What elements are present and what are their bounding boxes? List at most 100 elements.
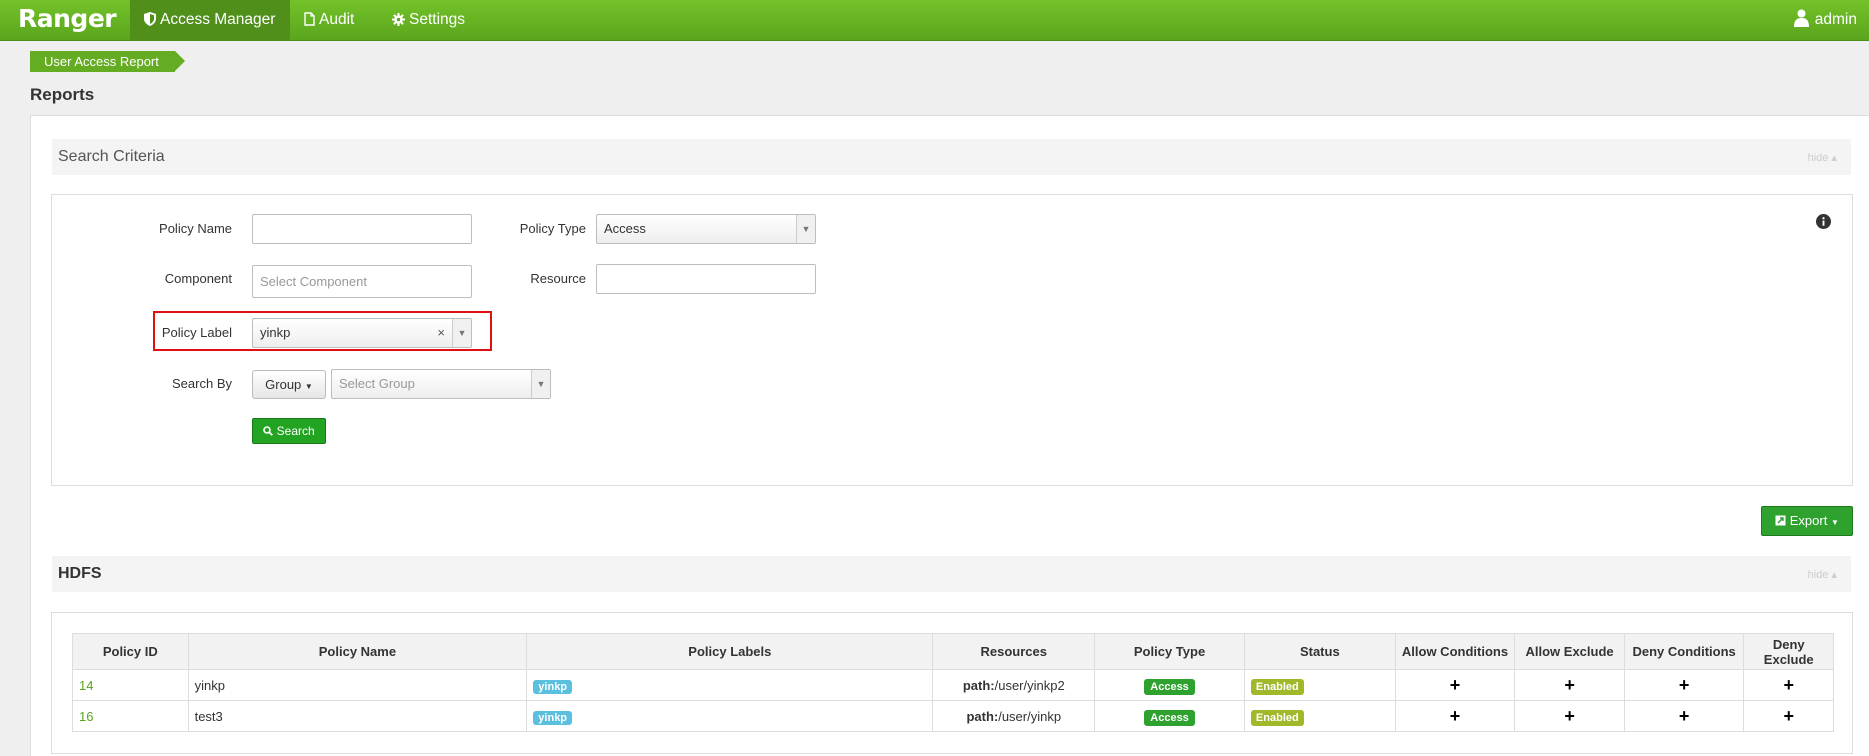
policy-type-label: Policy Type — [519, 221, 586, 236]
top-navbar: Ranger Access Manager Audit Settings adm… — [0, 0, 1869, 41]
table-header-row: Policy ID Policy Name Policy Labels Reso… — [72, 633, 1834, 670]
status-badge: Enabled — [1250, 678, 1304, 695]
document-icon — [304, 12, 315, 26]
status-badge: Enabled — [1250, 709, 1304, 726]
clear-icon[interactable]: × — [437, 319, 445, 347]
column-header[interactable]: Resources — [932, 633, 1096, 670]
nav-audit[interactable]: Audit — [290, 0, 368, 40]
hdfs-section-header: HDFS hide ▴ — [52, 556, 1851, 592]
user-icon — [1793, 9, 1809, 27]
resource-input[interactable] — [596, 264, 816, 294]
policy-type-badge: Access — [1144, 709, 1195, 726]
plus-icon[interactable]: + — [1679, 706, 1690, 726]
plus-icon[interactable]: + — [1564, 706, 1575, 726]
policy-label-tag: yinkp — [533, 710, 573, 725]
hide-hdfs-toggle[interactable]: hide ▴ — [1808, 568, 1837, 581]
column-header[interactable]: Status — [1243, 633, 1396, 670]
plus-icon[interactable]: + — [1783, 675, 1794, 695]
resource-key: path: — [966, 708, 999, 724]
search-button-label: Search — [276, 424, 315, 438]
policy-type-value: Access — [604, 221, 646, 236]
hide-criteria-toggle[interactable]: hide ▴ — [1808, 151, 1837, 164]
column-header[interactable]: Policy Type — [1094, 633, 1245, 670]
resource-label: Resource — [530, 271, 586, 286]
deny-exclude-cell[interactable]: + — [1743, 700, 1834, 732]
plus-icon[interactable]: + — [1564, 675, 1575, 695]
policy-label-tag: yinkp — [533, 679, 573, 694]
column-header[interactable]: Allow Conditions — [1394, 633, 1516, 670]
column-header[interactable]: Deny Conditions — [1623, 633, 1745, 670]
allow-exclude-cell[interactable]: + — [1514, 669, 1625, 701]
hdfs-title: HDFS — [58, 565, 102, 582]
column-header[interactable]: Deny Exclude — [1743, 633, 1834, 670]
policy-type-cell: Access — [1094, 669, 1245, 701]
policy-name-label: Policy Name — [159, 221, 232, 236]
deny-exclude-cell[interactable]: + — [1743, 669, 1834, 701]
page-title: Reports — [30, 85, 95, 104]
allow-conditions-cell[interactable]: + — [1394, 669, 1516, 701]
caret-down-icon: ▼ — [304, 382, 313, 391]
deny-conditions-cell[interactable]: + — [1623, 700, 1745, 732]
group-placeholder: Select Group — [339, 376, 415, 391]
nav-settings[interactable]: Settings — [378, 0, 479, 40]
chevron-down-icon: ▼ — [796, 215, 815, 243]
component-label: Component — [164, 271, 232, 286]
search-icon — [263, 426, 274, 436]
search-by-label: Search By — [172, 376, 232, 391]
caret-down-icon: ▼ — [1830, 518, 1839, 527]
resource-value: /user/yinkp — [998, 708, 1062, 724]
nav-settings-label: Settings — [409, 11, 466, 28]
table-row: 14 yinkp yinkp path:/user/yinkp2 Access … — [72, 669, 1834, 701]
plus-icon[interactable]: + — [1450, 675, 1461, 695]
policy-type-cell: Access — [1094, 700, 1245, 732]
component-select[interactable]: Select Component — [252, 265, 472, 298]
chevron-down-icon: ▼ — [531, 370, 550, 398]
chevron-down-icon: ▼ — [452, 319, 471, 347]
breadcrumb[interactable]: User Access Report — [30, 51, 185, 72]
status-cell: Enabled — [1243, 700, 1396, 732]
group-select[interactable]: Select Group ▼ — [331, 369, 551, 399]
info-icon[interactable] — [1816, 214, 1831, 229]
shield-icon — [144, 12, 156, 26]
table-row: 16 test3 yinkp path:/user/yinkp Access E… — [72, 700, 1834, 732]
plus-icon[interactable]: + — [1679, 675, 1690, 695]
resource-key: path: — [962, 677, 995, 693]
policy-id-link[interactable]: 14 — [72, 669, 189, 701]
export-button[interactable]: Export ▼ — [1761, 506, 1853, 536]
policy-label-label: Policy Label — [161, 325, 232, 340]
plus-icon[interactable]: + — [1450, 706, 1461, 726]
status-cell: Enabled — [1243, 669, 1396, 701]
user-name: admin — [1814, 11, 1857, 28]
hdfs-policy-table: Policy ID Policy Name Policy Labels Reso… — [72, 633, 1834, 732]
resources-cell: path:/user/yinkp — [932, 700, 1096, 732]
resources-cell: path:/user/yinkp2 — [932, 669, 1096, 701]
policy-id-link[interactable]: 16 — [72, 700, 189, 732]
column-header[interactable]: Policy ID — [72, 633, 189, 670]
policy-type-badge: Access — [1144, 678, 1195, 695]
policy-type-select[interactable]: Access ▼ — [596, 214, 816, 244]
search-by-dropdown[interactable]: Group ▼ — [252, 370, 326, 399]
plus-icon[interactable]: + — [1783, 706, 1794, 726]
deny-conditions-cell[interactable]: + — [1623, 669, 1745, 701]
search-by-value: Group — [265, 377, 302, 392]
allow-exclude-cell[interactable]: + — [1514, 700, 1625, 732]
policy-name-cell: yinkp — [187, 669, 528, 701]
column-header[interactable]: Policy Name — [187, 633, 528, 670]
policy-label-select[interactable]: yinkp × ▼ — [252, 318, 472, 348]
search-button[interactable]: Search — [252, 418, 326, 444]
policy-labels-cell: yinkp — [526, 700, 934, 732]
nav-access-manager[interactable]: Access Manager — [130, 0, 290, 40]
column-header[interactable]: Policy Labels — [526, 633, 934, 670]
policy-name-cell: test3 — [187, 700, 528, 732]
column-header[interactable]: Allow Exclude — [1514, 633, 1625, 670]
resource-value: /user/yinkp2 — [994, 677, 1065, 693]
nav-access-manager-label: Access Manager — [160, 11, 276, 28]
policy-name-input[interactable] — [252, 214, 472, 244]
brand-logo[interactable]: Ranger — [18, 4, 117, 33]
gear-icon — [392, 13, 405, 26]
allow-conditions-cell[interactable]: + — [1394, 700, 1516, 732]
export-button-label: Export — [1789, 513, 1828, 528]
search-criteria-title: Search Criteria — [58, 148, 165, 165]
user-menu[interactable]: admin — [1793, 0, 1857, 40]
policy-label-value: yinkp — [260, 325, 291, 340]
